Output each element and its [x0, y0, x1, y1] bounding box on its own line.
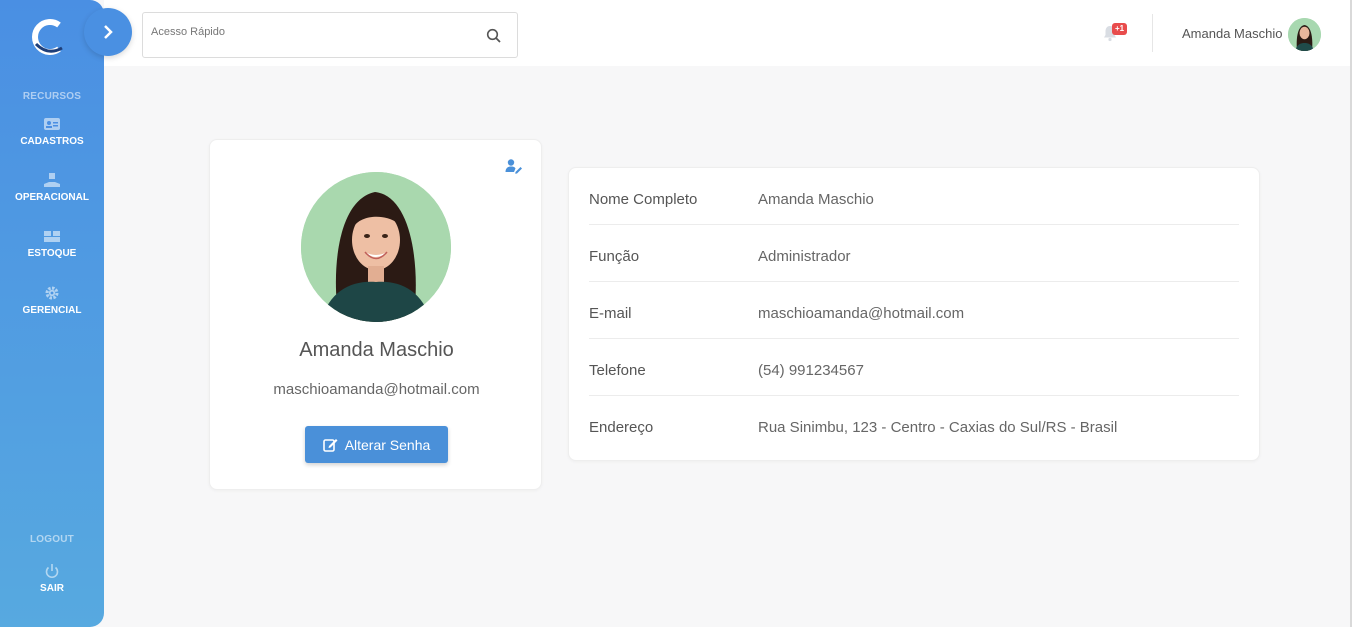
detail-label: Função [589, 248, 640, 265]
detail-label: Telefone [589, 362, 646, 379]
detail-row-email: E-mail maschioamanda@hotmail.com [589, 282, 1239, 339]
sidebar-section-logout: LOGOUT [30, 534, 74, 545]
profile-card: Amanda Maschio maschioamanda@hotmail.com… [209, 139, 542, 490]
profile-email: maschioamanda@hotmail.com [273, 381, 480, 398]
detail-value: Rua Sinimbu, 123 - Centro - Caxias do Su… [758, 419, 1118, 436]
sidebar-item-operacional[interactable]: OPERACIONAL [0, 172, 104, 203]
quick-search[interactable] [142, 12, 518, 58]
user-edit-icon[interactable] [505, 158, 523, 174]
sidebar-toggle-button[interactable] [84, 8, 132, 56]
divider [1152, 14, 1153, 52]
sidebar-item-label: CADASTROS [20, 136, 84, 147]
detail-value: Administrador [758, 248, 851, 265]
profile-details-card: Nome Completo Amanda Maschio Função Admi… [568, 167, 1260, 461]
search-icon[interactable] [485, 27, 503, 45]
sidebar-item-label: GERENCIAL [22, 305, 82, 316]
sidebar-item-gerencial[interactable]: GERENCIAL [0, 285, 104, 316]
detail-row-role: Função Administrador [589, 225, 1239, 282]
id-card-icon [44, 118, 60, 130]
edit-icon [322, 439, 338, 452]
logout-label: SAIR [40, 583, 64, 594]
change-password-button[interactable]: Alterar Senha [305, 426, 448, 463]
detail-label: E-mail [589, 305, 632, 322]
boxes-icon [44, 231, 60, 242]
topbar: +1 Amanda Maschio [104, 0, 1352, 66]
change-password-label: Alterar Senha [344, 436, 431, 453]
notification-badge: +1 [1112, 23, 1128, 35]
search-input[interactable] [151, 26, 471, 38]
sidebar: RECURSOS CADASTROS OPERACIONAL ESTOQUE G… [0, 0, 104, 627]
detail-value: Amanda Maschio [758, 191, 874, 208]
detail-value: maschioamanda@hotmail.com [758, 305, 965, 322]
detail-label: Endereço [589, 419, 654, 436]
logout-button[interactable]: SAIR [0, 563, 104, 594]
profile-name: Amanda Maschio [299, 339, 454, 361]
sidebar-item-cadastros[interactable]: CADASTROS [0, 116, 104, 147]
detail-row-full-name: Nome Completo Amanda Maschio [589, 168, 1239, 225]
chevron-right-icon [104, 25, 113, 39]
detail-value: (54) 991234567 [758, 362, 864, 379]
sidebar-item-label: ESTOQUE [27, 248, 77, 259]
detail-label: Nome Completo [589, 191, 698, 208]
user-name[interactable]: Amanda Maschio [1182, 26, 1282, 41]
hand-box-icon [44, 173, 60, 187]
sidebar-item-estoque[interactable]: ESTOQUE [0, 228, 104, 259]
avatar[interactable] [1288, 18, 1321, 51]
detail-row-phone: Telefone (54) 991234567 [589, 339, 1239, 396]
gear-icon [45, 286, 59, 300]
app-logo[interactable] [28, 16, 68, 56]
sidebar-item-label: OPERACIONAL [15, 192, 89, 203]
profile-avatar [301, 172, 451, 322]
sidebar-section-recursos: RECURSOS [22, 91, 82, 102]
power-icon [45, 564, 59, 579]
detail-row-address: Endereço Rua Sinimbu, 123 - Centro - Cax… [589, 396, 1239, 453]
